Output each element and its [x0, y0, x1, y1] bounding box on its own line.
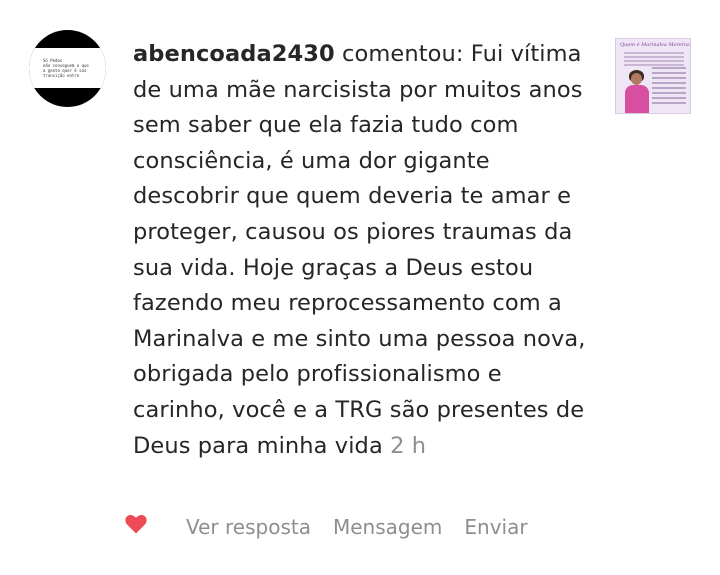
comment-verb: comentou: — [342, 41, 464, 67]
post-thumbnail-title: Quem é Marinalva Moreira? — [620, 42, 691, 48]
post-thumbnail-text — [624, 52, 684, 68]
comment-text: Fui vítima de uma mãe narcisista por mui… — [133, 41, 586, 459]
comment-body: abencoada2430 comentou: Fui vítima de um… — [133, 37, 593, 464]
avatar-quote: Só Pedes não conseguem o que a gente que… — [29, 48, 106, 88]
post-thumbnail[interactable]: Quem é Marinalva Moreira? — [615, 38, 691, 114]
post-thumbnail-photo — [624, 69, 650, 113]
avatar-quote-line: transição entre — [43, 73, 80, 78]
comment-timestamp: 2 h — [390, 432, 427, 459]
message-button[interactable]: Mensagem — [333, 515, 442, 539]
avatar[interactable]: Só Pedes não conseguem o que a gente que… — [29, 30, 106, 107]
view-replies-button[interactable]: Ver resposta — [186, 515, 311, 539]
comment-actions: Ver resposta Mensagem Enviar — [124, 512, 624, 542]
comment-username[interactable]: abencoada2430 — [133, 41, 335, 67]
heart-icon[interactable] — [124, 512, 148, 536]
send-button[interactable]: Enviar — [464, 515, 527, 539]
post-thumbnail-text — [652, 67, 686, 107]
